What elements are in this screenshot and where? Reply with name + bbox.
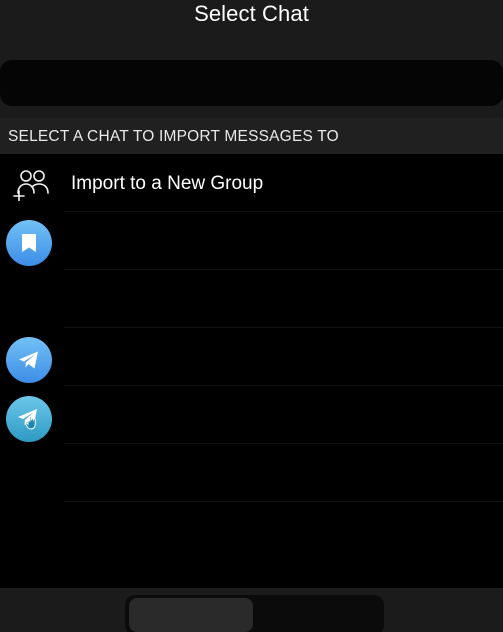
- import-new-group-row[interactable]: Import to a New Group: [0, 154, 503, 212]
- segment-active[interactable]: [129, 598, 253, 632]
- section-header: SELECT A CHAT TO IMPORT MESSAGES TO: [0, 118, 503, 154]
- chat-row[interactable]: [0, 502, 503, 560]
- bookmark-icon: [22, 234, 36, 252]
- chat-list: Import to a New Group: [0, 154, 503, 584]
- telegram-tips-avatar: [6, 396, 52, 442]
- search-input[interactable]: [0, 60, 503, 106]
- add-group-icon: [13, 170, 49, 201]
- navigation-bar: Select Chat: [0, 0, 503, 56]
- page-title: Select Chat: [194, 1, 309, 26]
- chat-row-saved-messages[interactable]: [0, 212, 503, 270]
- search-area: [0, 56, 503, 118]
- telegram-plane-icon: [19, 351, 38, 369]
- chat-row[interactable]: [0, 270, 503, 328]
- bottom-toolbar: [0, 588, 503, 632]
- telegram-plane-touch-icon: [18, 409, 37, 430]
- telegram-avatar: [6, 337, 52, 383]
- segmented-control[interactable]: [125, 595, 384, 632]
- chat-row-telegram-tips[interactable]: [0, 386, 503, 444]
- segment-inactive[interactable]: [257, 598, 380, 632]
- chat-row-telegram[interactable]: [0, 328, 503, 386]
- row-label: Import to a New Group: [71, 173, 264, 194]
- saved-messages-avatar: [6, 220, 52, 266]
- select-chat-screen: Select Chat SELECT A CHAT TO IMPORT MESS…: [0, 0, 503, 632]
- chat-row[interactable]: [0, 444, 503, 502]
